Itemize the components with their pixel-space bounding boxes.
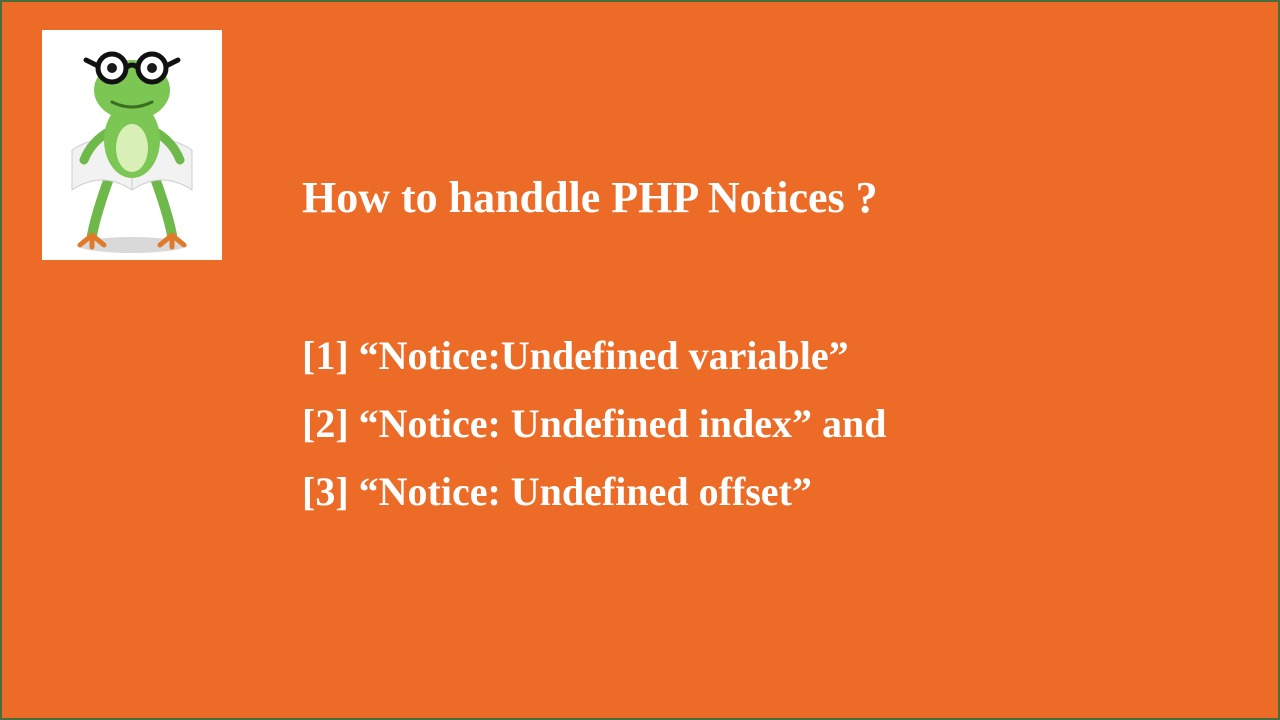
list-item: [2] “Notice: Undefined index” and [302, 390, 886, 458]
frog-icon [42, 30, 222, 260]
list-item: [3] “Notice: Undefined offset” [302, 458, 886, 526]
slide-title: How to handdle PHP Notices ? [302, 172, 878, 223]
notice-list: [1] “Notice:Undefined variable” [2] “Not… [302, 322, 886, 526]
list-item: [1] “Notice:Undefined variable” [302, 322, 886, 390]
mascot-image [42, 30, 222, 260]
